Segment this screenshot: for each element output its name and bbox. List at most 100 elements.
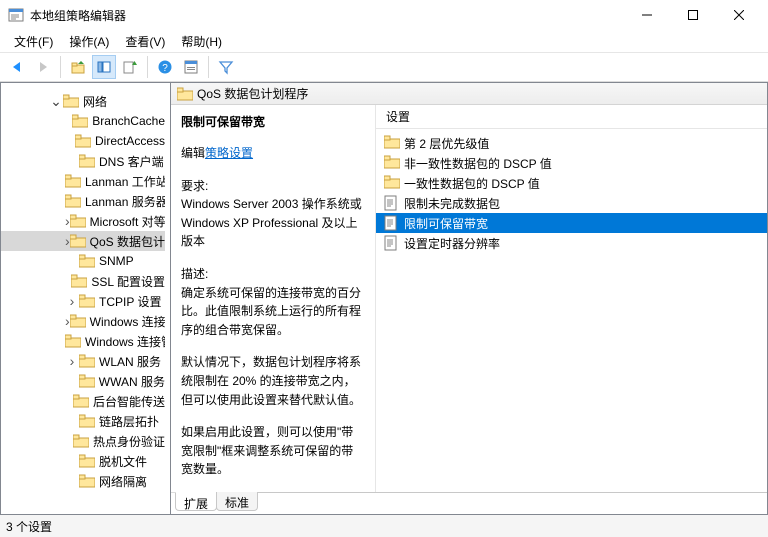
policy-icon [384,195,400,211]
tree-item[interactable]: ›QoS 数据包计划程序 [1,231,165,251]
settings-row[interactable]: 第 2 层优先级值 [376,133,767,153]
tree-item[interactable]: 链路层拓扑 [1,411,165,431]
tree-label: 网络隔离 [99,473,147,490]
tree-item[interactable]: 网络隔离 [1,471,165,491]
tree-label: DNS 客户端 [99,153,164,170]
settings-row[interactable]: 非一致性数据包的 DSCP 值 [376,153,767,173]
show-hide-tree-button[interactable] [92,55,116,79]
folder-icon [65,174,81,188]
menu-view[interactable]: 查看(V) [117,31,173,52]
folder-icon [79,474,95,488]
folder-icon [79,354,95,368]
tree-item[interactable]: SNMP [1,251,165,271]
settings-header[interactable]: 设置 [376,105,767,129]
folder-icon [79,414,95,428]
tree-label: Lanman 工作站 [85,173,165,190]
folder-icon [75,134,91,148]
settings-row[interactable]: 一致性数据包的 DSCP 值 [376,173,767,193]
up-button[interactable] [66,55,90,79]
settings-label: 非一致性数据包的 DSCP 值 [404,155,552,172]
tree-label: WLAN 服务 [99,353,161,370]
forward-button[interactable] [31,55,55,79]
settings-row[interactable]: 限制未完成数据包 [376,193,767,213]
tree-item[interactable]: 热点身份验证 [1,431,165,451]
settings-row[interactable]: 设置定时器分辨率 [376,233,767,253]
settings-label: 第 2 层优先级值 [404,135,489,152]
menu-help[interactable]: 帮助(H) [173,31,230,52]
edit-policy-link[interactable]: 策略设置 [205,146,253,160]
folder-icon [73,394,89,408]
tree-item[interactable]: WWAN 服务 [1,371,165,391]
tree-label: BranchCache [92,114,165,128]
folder-icon [79,454,95,468]
tree-root[interactable]: ⌄网络 [1,91,165,111]
desc-title: 限制可保留带宽 [181,113,365,130]
desc-label: 描述: [181,267,208,281]
req-label: 要求: [181,179,208,193]
edit-label: 编辑 [181,146,205,160]
maximize-button[interactable] [670,1,716,29]
back-button[interactable] [5,55,29,79]
tree-label: Lanman 服务器 [85,193,165,210]
tree-label: 脱机文件 [99,453,147,470]
filter-button[interactable] [214,55,238,79]
tree-item[interactable]: DNS 客户端 [1,151,165,171]
export-button[interactable] [118,55,142,79]
folder-icon [65,194,81,208]
folder-icon [79,374,95,388]
tree-item[interactable]: 后台智能传送 [1,391,165,411]
tab-standard[interactable]: 标准 [216,492,258,511]
tree-item[interactable]: ›Windows 连接 [1,311,165,331]
status-bar: 3 个设置 [0,515,768,537]
tree-item[interactable]: DirectAccess [1,131,165,151]
close-button[interactable] [716,1,762,29]
settings-label: 设置定时器分辨率 [404,235,500,252]
main-area: ⌄网络 BranchCache DirectAccess DNS 客户端 Lanman … [0,82,768,515]
app-icon [8,7,24,23]
menu-file[interactable]: 文件(F) [6,31,61,52]
status-text: 3 个设置 [6,518,52,535]
minimize-button[interactable] [624,1,670,29]
titlebar: 本地组策略编辑器 [0,0,768,30]
desc-p1: 确定系统可保留的连接带宽的百分比。此值限制系统上运行的所有程序的组合带宽保留。 [181,286,361,337]
folder-icon [63,94,79,108]
settings-label: 一致性数据包的 DSCP 值 [404,175,540,192]
tree-item[interactable]: Lanman 工作站 [1,171,165,191]
tree-label: 热点身份验证 [93,433,165,450]
settings-label: 限制未完成数据包 [404,195,500,212]
menu-action[interactable]: 操作(A) [61,31,117,52]
folder-icon [70,214,86,228]
folder-icon [65,334,81,348]
tree-label: DirectAccess [95,134,165,148]
tab-extended[interactable]: 扩展 [175,492,217,511]
properties-button[interactable] [179,55,203,79]
tree-label: 后台智能传送 [93,393,165,410]
tree-label: SSL 配置设置 [91,273,165,290]
help-button[interactable]: ? [153,55,177,79]
tree-item[interactable]: Windows 连接管理器 [1,331,165,351]
desc-p2: 默认情况下，数据包计划程序将系统限制在 20% 的连接带宽之内，但可以使用此设置… [181,353,365,409]
separator [147,56,148,78]
tree-item[interactable]: › WLAN 服务 [1,351,165,371]
chevron-right-icon[interactable]: › [70,354,75,368]
policy-icon [384,215,400,231]
tree-item[interactable]: 脱机文件 [1,451,165,471]
folder-icon [79,154,95,168]
tree-item[interactable]: ›TCPIP 设置 [1,291,165,311]
tree-pane: ⌄网络 BranchCache DirectAccess DNS 客户端 Lanman … [0,82,165,515]
chevron-right-icon[interactable]: › [70,294,75,308]
separator [208,56,209,78]
req-text: Windows Server 2003 操作系统或 Windows XP Pro… [181,197,362,248]
settings-row[interactable]: 限制可保留带宽 [376,213,767,233]
tree-item[interactable]: SSL 配置设置 [1,271,165,291]
chevron-down-icon[interactable]: ⌄ [50,94,62,108]
tree-item[interactable]: ›Microsoft 对等网络 [1,211,165,231]
folder-icon [70,234,86,248]
right-header: QoS 数据包计划程序 [171,83,767,105]
tree-label: SNMP [99,254,134,268]
folder-icon [177,87,193,101]
tree-item[interactable]: BranchCache [1,111,165,131]
policy-icon [384,235,400,251]
tree-item[interactable]: Lanman 服务器 [1,191,165,211]
description-pane: 限制可保留带宽 编辑策略设置 要求: Windows Server 2003 操作… [171,105,376,492]
